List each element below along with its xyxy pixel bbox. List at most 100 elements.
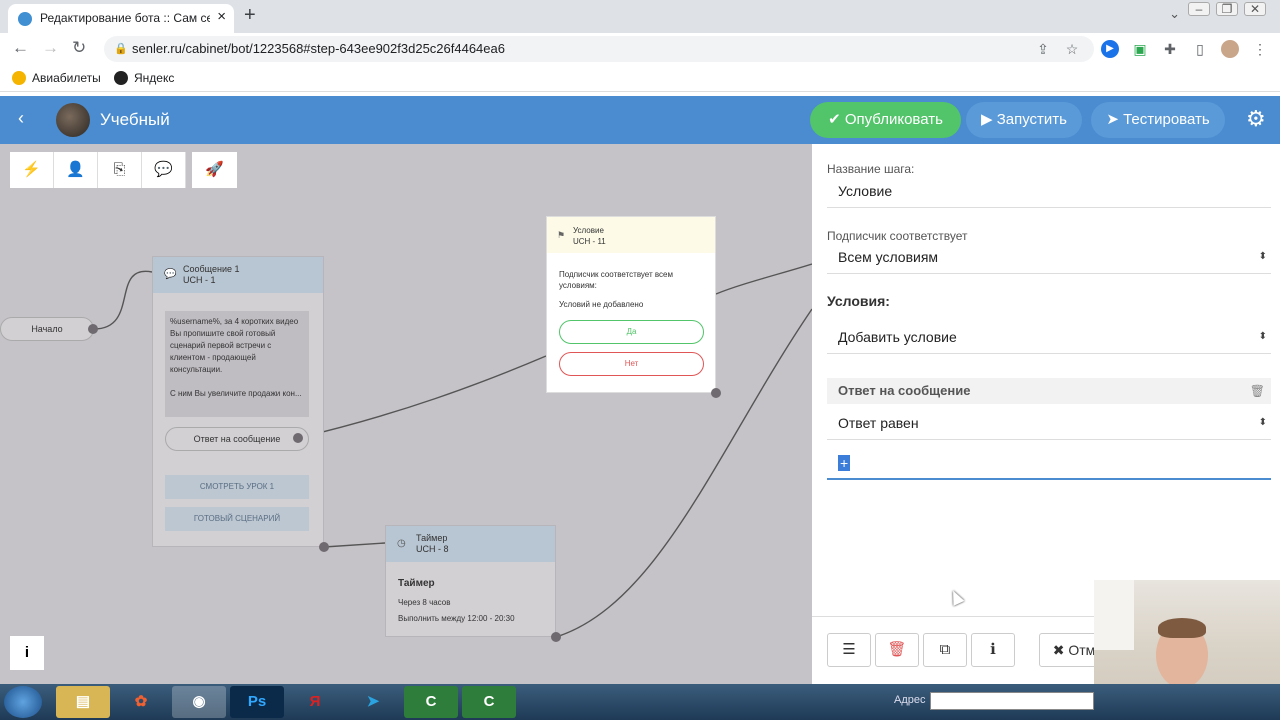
start-node[interactable]: Начало xyxy=(0,317,94,341)
answer-operator-value: Ответ равен xyxy=(838,415,919,431)
message-node-header: 💬 Сообщение 1 UCH - 1 xyxy=(153,257,323,293)
answer-operator-select[interactable]: Ответ равен ⬍ xyxy=(827,408,1271,440)
forward-arrow-icon[interactable]: → xyxy=(42,38,59,58)
address-toolbar-label: Адрес xyxy=(894,694,926,706)
connector-start-message xyxy=(93,270,153,330)
run-label: Запустить xyxy=(996,111,1067,128)
message-button-script[interactable]: ГОТОВЫЙ СЦЕНАРИЙ xyxy=(165,507,309,531)
copy-step-icon[interactable]: ⧉ xyxy=(923,633,967,667)
photoshop-icon[interactable]: Ps xyxy=(230,686,284,718)
bookmark-star-icon[interactable]: ☆ xyxy=(1063,40,1081,58)
condition-node-uid: UCH - 11 xyxy=(573,237,606,246)
file-explorer-icon[interactable]: ▤ xyxy=(56,686,110,718)
publish-label: Опубликовать xyxy=(844,111,943,128)
copy-icon[interactable]: ⎘ xyxy=(98,152,142,188)
chat-icon[interactable]: 💬 xyxy=(142,152,186,188)
message-node[interactable]: 💬 Сообщение 1 UCH - 1 %username%, за 4 к… xyxy=(152,256,324,547)
timer-heading: Таймер xyxy=(398,578,435,589)
step-name-label: Название шага: xyxy=(827,162,915,176)
connector-condition-out xyxy=(715,263,812,295)
lightning-icon[interactable]: ⚡ xyxy=(10,152,54,188)
conditions-heading: Условия: xyxy=(827,293,890,309)
tab-search-icon[interactable]: ⌄ xyxy=(1169,6,1180,22)
trash-icon[interactable]: 🗑 xyxy=(1250,378,1265,404)
close-window-icon[interactable]: ✕ xyxy=(1244,2,1266,16)
condition-out-dot[interactable] xyxy=(711,388,721,398)
condition-no-label: Нет xyxy=(624,359,639,368)
settings-gear-icon[interactable]: ⚙ xyxy=(1246,106,1266,132)
menu-icon[interactable]: ☰ xyxy=(827,633,871,667)
media-player-icon[interactable]: ✿ xyxy=(114,686,168,718)
delete-icon[interactable]: 🗑 xyxy=(875,633,919,667)
extension-play-icon[interactable]: ▶ xyxy=(1101,40,1119,58)
browser-tab[interactable]: Редактирование бота :: Сам себ × xyxy=(8,4,234,33)
telegram-icon[interactable]: ➤ xyxy=(346,686,400,718)
condition-block-header: Ответ на сообщение 🗑 xyxy=(827,378,1271,404)
answer-value-input[interactable]: + xyxy=(827,448,1271,480)
step-name-input[interactable]: Условие xyxy=(827,176,1271,208)
bookmark-favicon-icon xyxy=(12,71,26,85)
timer-node[interactable]: ◷ Таймер UCH - 8 Таймер Через 8 часов Вы… xyxy=(385,525,556,637)
info-icon[interactable]: ℹ xyxy=(971,633,1015,667)
rocket-icon[interactable]: 🚀 xyxy=(192,152,237,188)
chrome-icon[interactable]: ◉ xyxy=(172,686,226,718)
add-condition-value: Добавить условие xyxy=(838,329,957,345)
restore-icon[interactable]: ❐ xyxy=(1216,2,1238,16)
cancel-label: Отм xyxy=(1068,642,1096,658)
tab-title: Редактирование бота :: Сам себ xyxy=(40,11,210,25)
webcam-person-hair xyxy=(1158,618,1206,638)
new-tab-icon[interactable]: + xyxy=(244,4,256,27)
info-button[interactable]: i xyxy=(10,636,44,670)
address-bar-row: ← → ↻ 🔒 senler.ru/cabinet/bot/1223568#st… xyxy=(0,33,1280,65)
profile-avatar[interactable] xyxy=(1221,40,1239,58)
back-arrow-icon[interactable]: ← xyxy=(12,38,29,58)
message-button-label: СМОТРЕТЬ УРОК 1 xyxy=(199,482,275,491)
timer-node-header: ◷ Таймер UCH - 8 xyxy=(386,526,555,562)
browser-menu-icon[interactable]: ⋮ xyxy=(1251,40,1269,58)
bookmark-yandex[interactable]: Яндекс xyxy=(114,71,174,85)
minimize-icon[interactable]: – xyxy=(1188,2,1210,16)
condition-no-output[interactable]: Нет xyxy=(559,352,704,376)
bookmarks-bar: Авиабилеты Яндекс xyxy=(0,65,1280,92)
answer-output-label: Ответ на сообщение xyxy=(193,434,281,444)
connector-answer-condition xyxy=(297,355,547,439)
answer-connector-dot[interactable] xyxy=(293,433,303,443)
address-toolbar-input[interactable] xyxy=(930,692,1094,710)
connector-message-timer xyxy=(323,542,386,548)
condition-node-empty: Условий не добавлено xyxy=(559,300,644,309)
condition-node-header: ⚑ Условие UCH - 11 xyxy=(547,217,715,253)
reload-icon[interactable]: ↻ xyxy=(72,38,86,58)
condition-yes-output[interactable]: Да xyxy=(559,320,704,344)
clock-icon: ◷ xyxy=(397,538,406,549)
start-connector-dot[interactable] xyxy=(88,324,98,334)
share-icon[interactable]: ⇪ xyxy=(1034,40,1052,58)
run-button[interactable]: ▶ Запустить xyxy=(966,102,1082,138)
yandex-browser-icon[interactable]: Я xyxy=(288,686,342,718)
side-panel-icon[interactable]: ▯ xyxy=(1191,40,1209,58)
bookmark-aviabilety[interactable]: Авиабилеты xyxy=(12,71,101,85)
test-button[interactable]: ➤ Тестировать xyxy=(1091,102,1225,138)
step-name-value: Условие xyxy=(838,183,893,199)
timer-delay: Через 8 часов xyxy=(398,598,451,607)
extension-robot-icon[interactable]: ▣ xyxy=(1131,40,1149,58)
camtasia-icon[interactable]: C xyxy=(404,686,458,718)
message-out-dot[interactable] xyxy=(319,542,329,552)
camtasia-recorder-icon[interactable]: C xyxy=(462,686,516,718)
publish-button[interactable]: ✔ Опубликовать xyxy=(810,102,961,138)
flow-canvas[interactable]: ⚡ 👤 ⎘ 💬 🚀 Начало 💬 Сообщение 1 UCH - 1 %… xyxy=(0,144,812,684)
back-chevron-icon[interactable]: ‹ xyxy=(18,108,24,129)
bot-avatar xyxy=(56,103,90,137)
subscriber-match-select[interactable]: Всем условиям ⬍ xyxy=(827,242,1271,274)
message-node-text: %username%, за 4 коротких видео Вы пропи… xyxy=(165,311,309,417)
add-condition-select[interactable]: Добавить условие ⬍ xyxy=(827,322,1271,354)
extensions-puzzle-icon[interactable]: ✚ xyxy=(1161,40,1179,58)
url-field[interactable]: 🔒 senler.ru/cabinet/bot/1223568#step-643… xyxy=(104,36,1094,62)
condition-node[interactable]: ⚑ Условие UCH - 11 Подписчик соответству… xyxy=(546,216,716,393)
timer-out-dot[interactable] xyxy=(551,632,561,642)
start-menu-icon[interactable] xyxy=(4,686,42,718)
close-tab-icon[interactable]: × xyxy=(217,8,226,25)
subscriber-match-label: Подписчик соответствует xyxy=(827,229,968,243)
answer-output-pill[interactable]: Ответ на сообщение xyxy=(165,427,309,451)
message-button-lesson[interactable]: СМОТРЕТЬ УРОК 1 xyxy=(165,475,309,499)
person-icon[interactable]: 👤 xyxy=(54,152,98,188)
